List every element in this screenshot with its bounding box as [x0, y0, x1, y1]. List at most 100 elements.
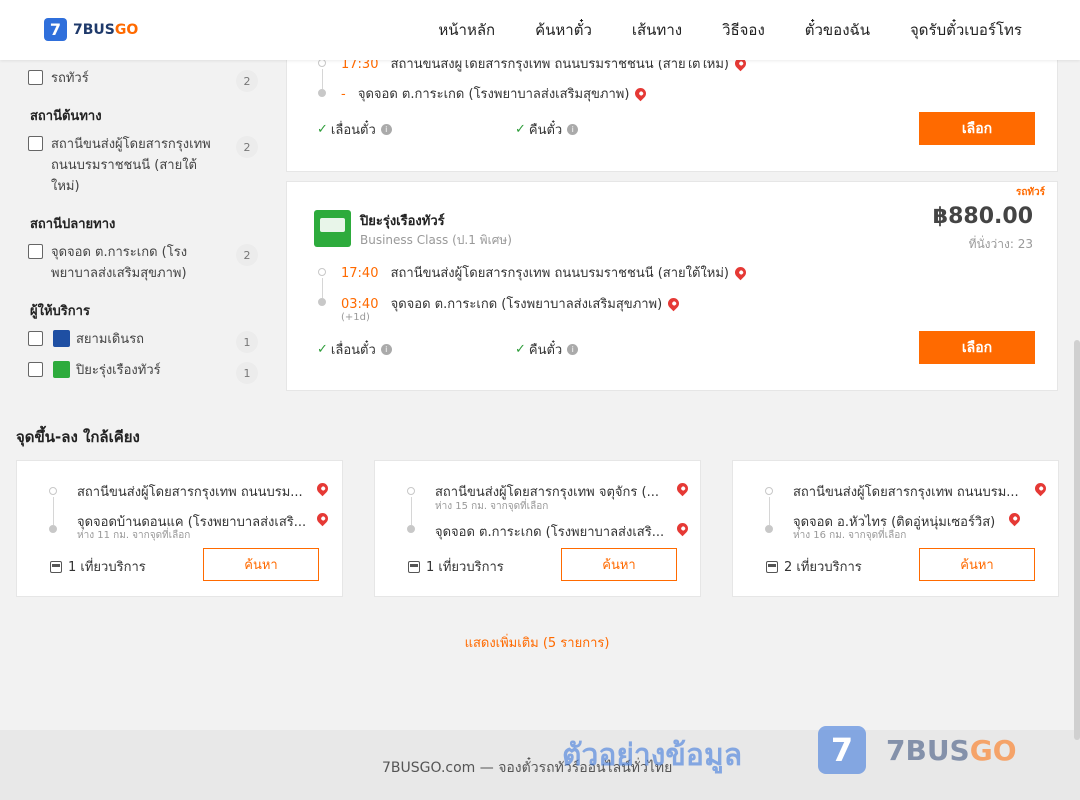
arrive-time: - [341, 87, 346, 102]
siam-operator-logo-icon [53, 330, 70, 347]
timeline-start-dot [318, 59, 326, 67]
nearby-card: สถานีขนส่งผู้โดยสารกรุงเทพ จตุจักร (... … [374, 460, 701, 597]
map-pin-icon[interactable] [665, 295, 682, 312]
timeline-start-dot [49, 487, 57, 495]
filter-dest-label: จุดจอด ต.การะเกด (โรงพยาบาลส่งเสริมสุขภา… [51, 245, 188, 281]
filter-operator-row[interactable]: สยามเดินรถ 1 [28, 329, 258, 353]
filter-origin-row[interactable]: สถานีขนส่งผู้โดยสารกรุงเทพ ถนนบรมราชชนนี… [28, 134, 258, 197]
filter-origin-checkbox[interactable] [28, 136, 43, 151]
watermark-logo-icon: 7 [818, 726, 866, 774]
nearby-search-button[interactable]: ค้นหา [919, 548, 1035, 581]
map-pin-icon[interactable] [732, 264, 749, 281]
arrive-time: 03:40 [341, 297, 379, 312]
info-icon[interactable]: i [567, 124, 579, 135]
trip-card: รถทัวร์ ปิยะรุ่งเรืองทัวร์ Business Clas… [286, 181, 1058, 391]
filter-origin-count: 2 [236, 136, 258, 158]
site-logo[interactable]: 7 7BUSGO [44, 18, 138, 41]
filter-type-checkbox[interactable] [28, 70, 43, 85]
map-pin-icon[interactable] [674, 480, 691, 497]
timeline-start-dot [407, 487, 415, 495]
nearby-search-button[interactable]: ค้นหา [561, 548, 677, 581]
bus-icon [766, 560, 778, 573]
filter-sidebar: รถทัวร์ 2 สถานีต้นทาง สถานีขนส่งผู้โดยสา… [28, 66, 258, 391]
page-scrollbar[interactable] [1074, 340, 1080, 740]
filter-dest-title: สถานีปลายทาง [30, 217, 116, 232]
info-icon[interactable]: i [380, 344, 392, 355]
nearby-from-stop: สถานีขนส่งผู้โดยสารกรุงเทพ ถนนบรม... [793, 485, 1019, 500]
show-more-link[interactable]: แสดงเพิ่มเติม (5 รายการ) [0, 632, 1074, 653]
timeline-end-dot [765, 525, 773, 533]
main-nav: หน้าหลัก ค้นหาตั๋ว เส้นทาง วิธีจอง ตั๋วข… [398, 0, 1022, 60]
feature-reschedule: ✓ เลื่อนตั๋ว i [317, 339, 392, 360]
check-icon: ✓ [317, 342, 328, 357]
timeline-line [411, 497, 412, 525]
watermark-logo-main: 7BUS [886, 734, 970, 767]
filter-type-row[interactable]: รถทัวร์ 2 [28, 68, 258, 92]
arrive-row: - จุดจอด ต.การะเกด (โรงพยาบาลส่งเสริมสุข… [341, 83, 649, 104]
filter-origin-label: สถานีขนส่งผู้โดยสารกรุงเทพ ถนนบรมราชชนนี… [51, 137, 211, 194]
nav-ticket-points[interactable]: จุดรับตั๋วเบอร์โทร [910, 18, 1022, 42]
arrive-stop: จุดจอด ต.การะเกด (โรงพยาบาลส่งเสริมสุขภา… [357, 87, 630, 102]
nearby-trips-label: 1 เที่ยวบริการ [426, 560, 504, 575]
map-pin-icon[interactable] [314, 510, 331, 527]
filter-operator-checkbox[interactable] [28, 331, 43, 346]
nav-home[interactable]: หน้าหลัก [438, 18, 495, 42]
nearby-trips-label: 1 เที่ยวบริการ [68, 560, 146, 575]
map-pin-icon[interactable] [674, 520, 691, 537]
feature-reschedule-label: เลื่อนตั๋ว [330, 123, 376, 138]
filter-type-label: รถทัวร์ [51, 71, 89, 86]
timeline-end-dot [318, 89, 326, 97]
arrive-row: 03:40 จุดจอด ต.การะเกด (โรงพยาบาลส่งเสริ… [341, 293, 682, 314]
timeline-line [322, 69, 323, 89]
logo-text-main: 7BUS [73, 21, 115, 38]
depart-stop: สถานีขนส่งผู้โดยสารกรุงเทพ ถนนบรมราชชนนี… [390, 266, 730, 281]
nav-routes[interactable]: เส้นทาง [632, 18, 682, 42]
arrive-day-note: (+1d) [341, 312, 370, 323]
filter-operator-row[interactable]: ปิยะรุ่งเรืองทัวร์ 1 [28, 360, 258, 384]
select-trip-button[interactable]: เลือก [919, 112, 1035, 145]
nearby-distance: ห่าง 11 กม. จากจุดที่เลือก [77, 530, 191, 541]
filter-origin-title: สถานีต้นทาง [30, 109, 102, 124]
info-icon[interactable]: i [380, 124, 392, 135]
nearby-card: สถานีขนส่งผู้โดยสารกรุงเทพ ถนนบรม... จุด… [732, 460, 1059, 597]
feature-refund-label: คืนตั๋ว [528, 343, 563, 358]
nav-how-to-book[interactable]: วิธีจอง [722, 18, 765, 42]
feature-refund: ✓ คืนตั๋ว i [515, 339, 579, 360]
filter-dest-checkbox[interactable] [28, 244, 43, 259]
nearby-trips: 2 เที่ยวบริการ [766, 556, 862, 577]
seats-available: ที่นั่งว่าง: 23 [968, 237, 1033, 251]
timeline-start-dot [765, 487, 773, 495]
filter-type-count: 2 [236, 70, 258, 92]
bus-type-tag: รถทัวร์ [1015, 187, 1045, 198]
operator-logo-icon [314, 210, 351, 247]
piyarung-operator-logo-icon [53, 361, 70, 378]
nav-my-tickets[interactable]: ตั๋วของฉัน [805, 18, 870, 42]
nearby-trips-label: 2 เที่ยวบริการ [784, 560, 862, 575]
bus-icon [50, 560, 62, 573]
map-pin-icon[interactable] [633, 85, 649, 102]
select-trip-button[interactable]: เลือก [919, 331, 1035, 364]
arrive-stop: จุดจอด ต.การะเกด (โรงพยาบาลส่งเสริมสุขภา… [390, 297, 663, 312]
top-header: 7 7BUSGO หน้าหลัก ค้นหาตั๋ว เส้นทาง วิธี… [0, 0, 1080, 60]
map-pin-icon[interactable] [1032, 480, 1049, 497]
nearby-from-stop: สถานีขนส่งผู้โดยสารกรุงเทพ ถนนบรม... [77, 485, 303, 500]
info-icon[interactable]: i [567, 344, 579, 355]
depart-time: 17:40 [341, 266, 379, 281]
check-icon: ✓ [515, 342, 526, 357]
sample-data-watermark: ตัวอย่างข้อมูล [562, 738, 743, 773]
nearby-search-button[interactable]: ค้นหา [203, 548, 319, 581]
feature-refund-label: คืนตั๋ว [528, 123, 563, 138]
filter-operator-checkbox[interactable] [28, 362, 43, 377]
nearby-distance: ห่าง 16 กม. จากจุดที่เลือก [793, 530, 907, 541]
nav-search-ticket[interactable]: ค้นหาตั๋ว [535, 18, 592, 42]
nearby-section-title: จุดขึ้น-ลง ใกล้เคียง [16, 428, 140, 446]
nearby-trips: 1 เที่ยวบริการ [408, 556, 504, 577]
map-pin-icon[interactable] [314, 480, 331, 497]
check-icon: ✓ [515, 122, 526, 137]
filter-dest-row[interactable]: จุดจอด ต.การะเกด (โรงพยาบาลส่งเสริมสุขภา… [28, 242, 258, 284]
filter-operator-title: ผู้ให้บริการ [30, 304, 90, 319]
timeline-end-dot [318, 298, 326, 306]
filter-operator-label: ปิยะรุ่งเรืองทัวร์ [76, 363, 161, 378]
nearby-card: สถานีขนส่งผู้โดยสารกรุงเทพ ถนนบรม... จุด… [16, 460, 343, 597]
nearby-distance: ห่าง 15 กม. จากจุดที่เลือก [435, 501, 549, 512]
